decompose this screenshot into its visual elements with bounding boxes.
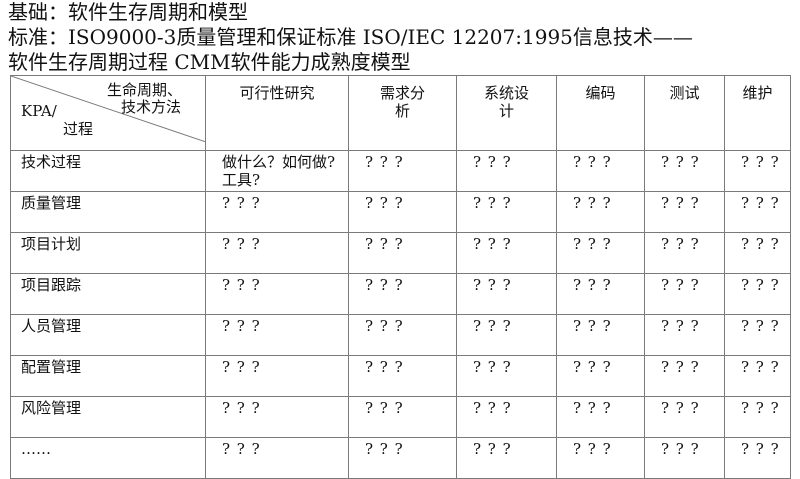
table-cell: ? ? ?: [724, 437, 791, 479]
table-row: 项目跟踪 ? ? ? ? ? ? ? ? ? ? ? ? ? ? ? ? ? ?: [10, 273, 791, 315]
table-cell: ? ? ?: [556, 437, 645, 479]
table-row: …… ? ? ? ? ? ? ? ? ? ? ? ? ? ? ? ? ? ?: [10, 437, 791, 479]
table-cell: ? ? ?: [724, 396, 791, 438]
title-line-basis: 基础：软件生存周期和模型: [8, 0, 248, 24]
table-cell: ? ? ?: [644, 314, 725, 356]
table-cell: ? ? ?: [348, 191, 457, 233]
table-cell: ? ? ?: [556, 150, 645, 192]
table-cell: ? ? ?: [724, 355, 791, 397]
table-cell: ? ? ?: [205, 396, 349, 438]
title-line-standards: 标准：ISO9000-3质量管理和保证标准 ISO/IEC 12207:1995…: [8, 25, 693, 49]
table-cell: ? ? ?: [348, 437, 457, 479]
table-cell: ? ? ?: [348, 355, 457, 397]
table-row: 技术过程 做什么？如何做?工具? ? ? ? ? ? ? ? ? ? ? ? ?…: [10, 150, 791, 192]
title-line-standards-cont: 软件生存周期过程 CMM软件能力成熟度模型: [8, 50, 411, 74]
table-cell: ? ? ?: [205, 314, 349, 356]
row-label: 项目计划: [10, 232, 206, 274]
table-cell: ? ? ?: [205, 191, 349, 233]
table-cell: ? ? ?: [348, 232, 457, 274]
table-cell: ? ? ?: [724, 150, 791, 192]
table-cell: ? ? ?: [556, 396, 645, 438]
table-cell: ? ? ?: [644, 150, 725, 192]
table-cell: ? ? ?: [556, 314, 645, 356]
row-label: 人员管理: [10, 314, 206, 356]
column-header-coding: 编码: [556, 75, 645, 151]
table-cell: ? ? ?: [724, 191, 791, 233]
column-header-requirements: 需求分析: [348, 75, 457, 151]
table-cell: ? ? ?: [348, 273, 457, 315]
table-cell: ? ? ?: [556, 355, 645, 397]
table-cell: ? ? ?: [456, 273, 557, 315]
row-label: 配置管理: [10, 355, 206, 397]
table-cell: ? ? ?: [644, 437, 725, 479]
table-cell: ? ? ?: [644, 396, 725, 438]
table-header-row: 生命周期、 技术方法 KPA/ 过程 可行性研究 需求分析 系统设计 编码 测试…: [10, 75, 791, 151]
table-cell: ? ? ?: [205, 232, 349, 274]
row-label: 技术过程: [10, 150, 206, 192]
table-row: 质量管理 ? ? ? ? ? ? ? ? ? ? ? ? ? ? ? ? ? ?: [10, 191, 791, 233]
corner-process-label: 过程: [63, 120, 94, 138]
table-cell: ? ? ?: [724, 314, 791, 356]
row-label: 项目跟踪: [10, 273, 206, 315]
table-row: 人员管理 ? ? ? ? ? ? ? ? ? ? ? ? ? ? ? ? ? ?: [10, 314, 791, 356]
table-cell: ? ? ?: [724, 232, 791, 274]
table-cell: ? ? ?: [456, 396, 557, 438]
table-cell: ? ? ?: [456, 191, 557, 233]
kpa-lifecycle-matrix: 生命周期、 技术方法 KPA/ 过程 可行性研究 需求分析 系统设计 编码 测试…: [10, 75, 791, 479]
table-row: 项目计划 ? ? ? ? ? ? ? ? ? ? ? ? ? ? ? ? ? ?: [10, 232, 791, 274]
table-cell: ? ? ?: [644, 273, 725, 315]
row-label: 质量管理: [10, 191, 206, 233]
column-header-feasibility: 可行性研究: [205, 75, 349, 151]
table-row: 风险管理 ? ? ? ? ? ? ? ? ? ? ? ? ? ? ? ? ? ?: [10, 396, 791, 438]
table-cell: ? ? ?: [456, 437, 557, 479]
table-cell: ? ? ?: [644, 355, 725, 397]
table-cell: ? ? ?: [205, 355, 349, 397]
row-label: 风险管理: [10, 396, 206, 438]
table-cell: ? ? ?: [348, 314, 457, 356]
table-cell: ? ? ?: [556, 191, 645, 233]
table-cell: ? ? ?: [205, 273, 349, 315]
table-cell: ? ? ?: [556, 232, 645, 274]
table-cell: ? ? ?: [724, 273, 791, 315]
column-header-testing: 测试: [644, 75, 725, 151]
table-cell: ? ? ?: [456, 150, 557, 192]
table-cell: ? ? ?: [644, 191, 725, 233]
table-cell: ? ? ?: [556, 273, 645, 315]
column-header-maintenance: 维护: [724, 75, 791, 151]
column-header-design: 系统设计: [456, 75, 557, 151]
table-cell: ? ? ?: [456, 355, 557, 397]
table-cell: ? ? ?: [456, 232, 557, 274]
corner-kpa-label: KPA/: [21, 102, 57, 120]
table-cell: ? ? ?: [205, 437, 349, 479]
table-cell: 做什么？如何做?工具?: [205, 150, 349, 192]
table-cell: ? ? ?: [348, 396, 457, 438]
corner-method-label: 技术方法: [121, 98, 182, 116]
table-cell: ? ? ?: [456, 314, 557, 356]
row-label: ……: [10, 437, 206, 479]
table-cell: ? ? ?: [644, 232, 725, 274]
table-cell: ? ? ?: [348, 150, 457, 192]
corner-header-cell: 生命周期、 技术方法 KPA/ 过程: [10, 75, 206, 151]
corner-lifecycle-label: 生命周期、: [107, 81, 183, 99]
table-row: 配置管理 ? ? ? ? ? ? ? ? ? ? ? ? ? ? ? ? ? ?: [10, 355, 791, 397]
